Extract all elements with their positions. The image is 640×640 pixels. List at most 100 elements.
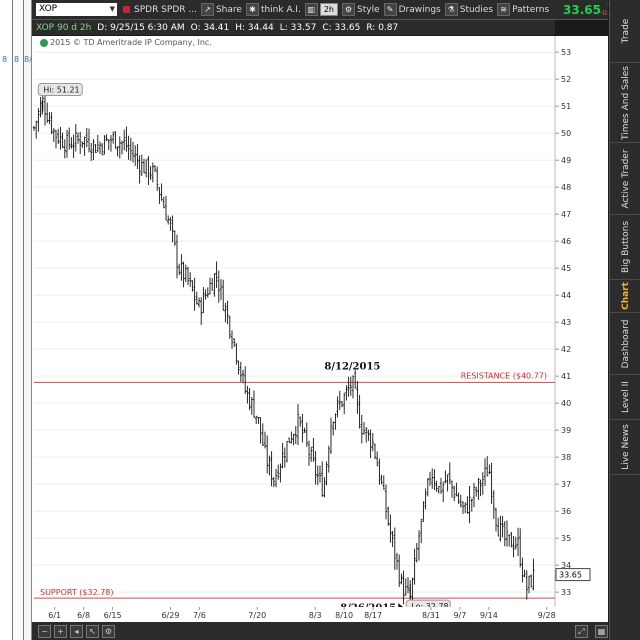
last-price-label: 33.65 [559,571,582,580]
tab-trade[interactable]: Trade [610,0,640,63]
patterns-label: Patterns [512,4,550,15]
y-tick-label: 38 [561,453,571,462]
grid-icon[interactable]: ▦ [595,624,608,638]
x-tick-label: 8/10 [335,611,353,620]
price-chart-svg[interactable]: 3334353637383940414243444546474849505152… [32,36,608,622]
settings-icon[interactable]: ⚙ [102,624,115,638]
symbol-input[interactable]: XOP ▼ [36,3,117,16]
y-tick-label: 42 [561,345,571,354]
tab-dashboard[interactable]: Dashboard [610,313,640,375]
x-tick-label: 6/15 [104,611,122,620]
zoom-out-icon[interactable]: − [38,624,51,638]
gear-icon: ⚙ [342,3,355,16]
y-tick-label: 46 [561,237,571,246]
alert-icon[interactable] [123,6,130,13]
y-tick-label: 49 [561,156,571,165]
chart-bottom-bar: − + ◂ ↖ ⚙ ⤢ ▦ [32,622,608,640]
y-tick-label: 47 [561,210,571,219]
aggregation-selector[interactable]: ▥ 2h [304,3,338,16]
left-strip-2[interactable]: 8 [13,0,24,640]
resistance-label: RESISTANCE ($40.77) [461,371,547,380]
bar-open: O: 34.41 [190,22,230,33]
support-label: SUPPORT ($32.78) [40,588,114,597]
tab-dashboard-label: Dashboard [620,319,631,368]
drawings-label: Drawings [398,4,441,15]
tab-active-trader-label: Active Trader [620,148,631,209]
tab-level-ii-label: Level II [620,381,631,413]
zoom-in-icon[interactable]: + [54,624,67,638]
think-ai-button[interactable]: ✱ think A.I. [245,3,301,16]
x-tick-label: 8/3 [309,611,322,620]
bar-high: H: 34.44 [235,22,274,33]
share-label: Share [215,4,242,15]
y-tick-label: 43 [561,318,571,327]
copyright-text: 2015 © TD Ameritrade IP Company, Inc. [50,38,212,47]
x-tick-label: 6/29 [161,611,179,620]
tab-times-and-sales-label: Times And Sales [620,65,631,140]
x-tick-label: 8/31 [422,611,440,620]
flask-icon: ⚗ [444,3,458,16]
tab-live-news[interactable]: Live News [610,420,640,475]
patterns-button[interactable]: ≋ Patterns [497,3,549,16]
tab-level-ii[interactable]: Level II [610,375,640,420]
y-tick-label: 53 [561,48,571,57]
think-label: think A.I. [260,4,301,15]
y-tick-label: 37 [561,480,571,489]
tab-big-buttons-label: Big Buttons [620,220,631,274]
chart-symbol-label: XOP 90 d 2h [36,22,92,33]
y-tick-label: 33 [561,588,571,597]
right-tab-panel: Trade Times And Sales Active Trader Big … [609,0,640,640]
bar-date: D: 9/25/15 6:30 AM [97,22,185,33]
chevron-down-icon[interactable]: ▼ [110,3,115,16]
share-button[interactable]: ↗ Share [200,3,242,16]
x-tick-label: 6/8 [77,611,90,620]
high-label: Hi: 51.21 [43,86,79,95]
bars-icon: ▥ [304,3,318,16]
price-chart[interactable]: 33 34 35 36 37 38 39 40 41 42 43 44 45 46 47 48 49 50 51 52… [32,36,608,622]
style-label: Style [357,4,380,15]
y-tick-label: 39 [561,426,571,435]
y-tick-label: 35 [561,534,571,543]
bar-range: R: 0.87 [366,22,399,33]
bar-low: L: 33.57 [279,22,317,33]
share-icon: ↗ [200,3,214,16]
drawings-button[interactable]: ✎ Drawings [383,3,441,16]
y-tick-label: 40 [561,399,571,408]
left-strip-3[interactable]: 8/ [24,0,32,640]
symbol-description: SPDR SPDR ... [134,4,197,15]
resistance-date-annotation: 8/12/2015 [324,361,380,372]
left-strip-1[interactable]: 8 [0,0,13,640]
y-tick-label: 41 [561,372,571,381]
tab-big-buttons[interactable]: Big Buttons [610,215,640,280]
style-button[interactable]: ⚙ Style [342,3,380,16]
y-tick-label: 50 [561,129,571,138]
x-axis-svg: 6/1 6/8 6/15 6/29 7/6 7/20 8/3 8/10 8/17 8/31 9/7 9… [48,607,556,620]
tab-times-and-sales[interactable]: Times And Sales [610,63,640,143]
chart-toolbar: XOP ▼ SPDR SPDR ... ↗ Share ✱ think A.I. ▥ 2… [32,0,608,20]
pencil-icon: ✎ [383,3,397,16]
tab-chart[interactable]: Chart [610,280,640,313]
x-tick-label: 9/7 [453,611,466,620]
y-tick-label: 51 [561,102,571,111]
y-tick-label: 45 [561,264,571,273]
patterns-icon: ≋ [497,3,511,16]
y-tick-label: 44 [561,291,571,300]
x-tick-label: 9/28 [538,611,556,620]
studies-button[interactable]: ⚗ Studies [444,3,494,16]
y-tick-label: 48 [561,183,571,192]
cursor-icon[interactable]: ↖ [86,624,99,638]
scroll-left-icon[interactable]: ◂ [70,624,83,638]
left-strip-label: 8 [14,55,20,64]
expand-icon[interactable]: ⤢ [575,624,588,638]
copyright-notice: 2015 © TD Ameritrade IP Company, Inc. [40,38,212,47]
x-tick-label: 9/14 [480,611,498,620]
tab-trade-label: Trade [620,18,631,44]
aggregation-value: 2h [319,3,338,16]
td-logo-icon [40,38,48,47]
last-price: 33.65 [563,3,601,17]
symbol-text: XOP [39,4,58,14]
brain-icon: ✱ [245,3,259,16]
studies-label: Studies [459,4,494,15]
tab-active-trader[interactable]: Active Trader [610,143,640,215]
x-tick-label: 7/20 [248,611,266,620]
